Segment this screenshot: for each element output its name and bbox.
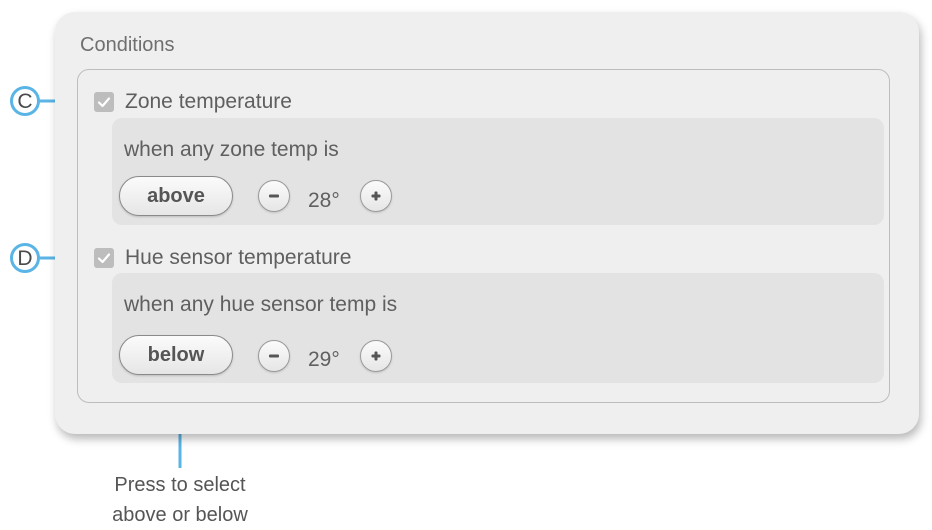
zone-temperature-description: when any zone temp is: [124, 138, 339, 161]
panel-title: Conditions: [80, 34, 175, 56]
hue-sensor-temperature-decrement-button[interactable]: [258, 340, 290, 372]
callout-line-2: above or below: [112, 504, 248, 526]
condition-hue-sensor-temperature-header: Hue sensor temperature: [94, 245, 351, 271]
plus-icon: [371, 191, 381, 201]
zone-temperature-condition-box: when any zone temp is above 28°: [112, 118, 884, 225]
hue-sensor-temperature-label: Hue sensor temperature: [125, 246, 352, 269]
zone-temperature-increment-button[interactable]: [360, 180, 392, 212]
zone-temperature-mode-button[interactable]: above: [119, 176, 233, 216]
condition-zone-temperature-header: Zone temperature: [94, 89, 292, 115]
hue-sensor-temperature-increment-button[interactable]: [360, 340, 392, 372]
hue-sensor-temperature-condition-box: when any hue sensor temp is below 29°: [112, 273, 884, 383]
hue-sensor-temperature-mode-button[interactable]: below: [119, 335, 233, 375]
hue-sensor-temperature-value: 29°: [308, 348, 340, 371]
marker-d: D: [10, 243, 40, 273]
checkmark-icon: [97, 97, 111, 108]
callout-text: Press to select above or below: [80, 470, 280, 530]
marker-c: C: [10, 86, 40, 116]
zone-temperature-decrement-button[interactable]: [258, 180, 290, 212]
callout-line-1: Press to select: [114, 474, 246, 496]
checkmark-icon: [97, 253, 111, 264]
minus-icon: [269, 354, 279, 358]
zone-temperature-label: Zone temperature: [125, 90, 292, 113]
hue-sensor-temperature-description: when any hue sensor temp is: [124, 293, 398, 316]
minus-icon: [269, 194, 279, 198]
hue-sensor-temperature-checkbox[interactable]: [94, 248, 114, 268]
zone-temperature-value: 28°: [308, 189, 340, 212]
plus-icon: [371, 351, 381, 361]
zone-temperature-checkbox[interactable]: [94, 92, 114, 112]
